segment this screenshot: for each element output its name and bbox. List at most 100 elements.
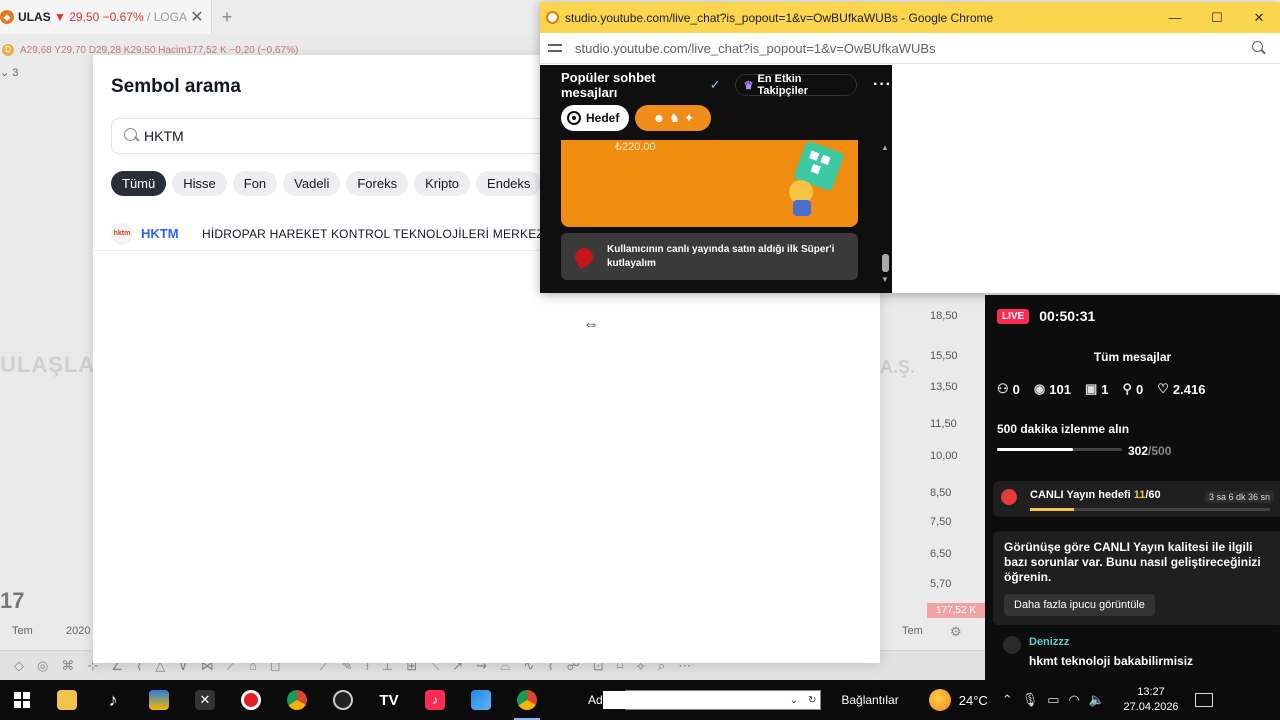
filter-futures[interactable]: Vadeli [283,171,341,196]
new-tab-button[interactable]: + [212,7,242,28]
tab-ulas[interactable]: ◆ ULAS ▼ 29,50 −0.67% / LOGA ✕ [0,0,212,34]
goal-progress-bar [1030,508,1270,511]
chevron-up-icon[interactable]: ⌃ [1002,692,1013,708]
taskbar-tradingview[interactable]: TV [366,680,412,720]
more-tips-button[interactable]: Daha fazla ipucu görüntüle [1004,594,1155,616]
taskbar-app-x[interactable]: ✕ [182,680,228,720]
price-label: 5,70 [930,578,952,590]
comment-username[interactable]: Denizzz [1029,636,1069,648]
price-label: 7,50 [930,516,952,528]
filter-funds[interactable]: Fon [232,171,278,196]
url-text[interactable]: studio.youtube.com/live_chat?is_popout=1… [575,41,1252,56]
goal-chip-label: Hedef [586,111,620,125]
filter-crypto[interactable]: Kripto [414,171,471,196]
volume-icon[interactable]: 🔈 [1089,692,1105,708]
scroll-thumb[interactable] [882,254,889,272]
chrome-urlbar: studio.youtube.com/live_chat?is_popout=1… [540,33,1280,64]
refresh-icon[interactable]: ↻ [808,695,816,706]
filter-index[interactable]: Endeks [476,171,542,196]
tradingview-icon: TV [379,691,399,709]
filter-stocks[interactable]: Hisse [172,171,227,196]
zoom-icon[interactable] [1252,41,1266,55]
windows-logo-icon [14,692,30,708]
notification-icon[interactable] [1195,693,1214,707]
filter-all[interactable]: Tümü [111,171,167,196]
taskbar-tiktok-studio[interactable]: ♪ [412,680,458,720]
eye-icon: ◉ [1033,381,1046,396]
close-tab-icon[interactable]: ✕ [189,7,205,27]
chevron-down-icon[interactable]: ✓ [710,77,721,93]
gift-icon: ▣ [1084,381,1098,396]
dialog-title: Sembol arama [111,76,241,97]
indicator-count: ⌄ 3 [0,67,19,79]
taskbar-store[interactable] [136,680,182,720]
more-options-icon[interactable]: ··· [873,76,892,94]
filter-forex[interactable]: Foreks [346,171,409,196]
tiktok-studio-icon: ♪ [425,690,445,710]
taskbar-chrome-active[interactable] [504,680,550,720]
volume-badge: 177,52 K [927,603,985,618]
first-super-celebration[interactable]: Kullanıcının canlı yayında satın aldığı … [561,233,858,280]
chat-mode-title[interactable]: Popüler sohbet mesajları [561,70,706,100]
price-label: 15,50 [930,350,958,362]
stat-users: ⚇ 0 [997,381,1020,397]
stat-gifts: ▣ 1 [1084,381,1109,397]
site-settings-icon[interactable] [548,41,562,55]
date-label: 2020 [66,625,91,637]
super-sticker-chip[interactable]: ☻ ♞ ✦ [635,105,712,131]
address-input[interactable] [602,691,780,709]
chevron-down-icon[interactable]: ⌄ [790,695,798,706]
chat-scrollbar[interactable]: ▲ ▼ [880,143,890,284]
taskbar-tiktok[interactable]: ♪ [90,680,136,720]
super-sticker-image [789,142,844,216]
search-input[interactable] [144,128,544,144]
date-label: Tem [12,625,33,637]
links-toolbar-label[interactable]: Bağlantılar [841,693,898,707]
price-label: 11,50 [930,418,957,430]
battery-icon[interactable]: ▭ [1047,692,1059,708]
taskbar-file-explorer[interactable] [44,680,90,720]
x-app-icon: ✕ [195,690,215,710]
live-goal-card[interactable]: CANLI Yayın hedefi 11/60 3 sa 6 dk 36 sn [993,481,1280,517]
maximize-button[interactable]: ☐ [1196,10,1238,26]
sticker-icon: ☻ [652,111,666,125]
search-icon [122,127,140,145]
live-timer: 00:50:31 [1039,308,1096,324]
tradingview-logo: 17 [0,588,25,613]
goal-chip[interactable]: Hedef [561,105,630,131]
taskbar-speedometer[interactable] [320,680,366,720]
price-label: 8,50 [930,487,952,499]
quality-tip-text: Görünüşe göre CANLI Yayın kalitesi ile i… [1004,540,1261,584]
scroll-down-icon[interactable]: ▼ [881,275,889,284]
taskbar-recorder[interactable] [228,680,274,720]
window-title: studio.youtube.com/live_chat?is_popout=1… [565,10,994,25]
clock[interactable]: 13:27 27.04.2026 [1117,685,1185,715]
minimize-button[interactable]: — [1154,10,1196,25]
chrome-titlebar: studio.youtube.com/live_chat?is_popout=1… [540,2,1280,33]
weather-sun-icon[interactable] [928,689,951,711]
result-symbol[interactable]: HKTM [141,226,202,241]
tool-icon[interactable]: ◎ [37,658,48,674]
super-sticker-message: ₺220,00 [561,140,858,227]
address-toolbar[interactable]: ⌄ ↻ [602,690,822,710]
taskbar-chrome[interactable] [274,680,320,720]
price-label: 10,00 [930,450,958,462]
scroll-up-icon[interactable]: ▲ [881,143,889,152]
temperature[interactable]: 24°C [959,693,988,708]
start-button[interactable] [0,680,44,720]
chat-header: Popüler sohbet mesajları ✓ ♛ En Etkin Ta… [540,65,892,105]
all-messages-tab[interactable]: Tüm mesajlar [985,350,1280,364]
avatar[interactable] [1003,636,1021,654]
microphone-icon[interactable]: 🎙 [1022,692,1039,708]
taskbar-photos[interactable] [458,680,504,720]
comment-text: hkmt teknoloji bakabilirmisiz [1029,654,1194,668]
top-supporters-button[interactable]: ♛ En Etkin Takipçiler [734,73,858,97]
price-label: 18,50 [930,310,958,322]
rose-icon [1001,489,1017,505]
chart-settings-icon[interactable]: ⚙ [950,624,962,640]
tool-icon[interactable]: ◇ [14,658,24,674]
wifi-icon[interactable]: ◠ [1069,692,1080,708]
result-description: HİDROPAR HAREKET KONTROL TEKNOLOJİLERİ M… [202,226,568,241]
tool-icon[interactable]: ⌘ [61,658,74,674]
close-window-button[interactable]: ✕ [1238,10,1280,26]
